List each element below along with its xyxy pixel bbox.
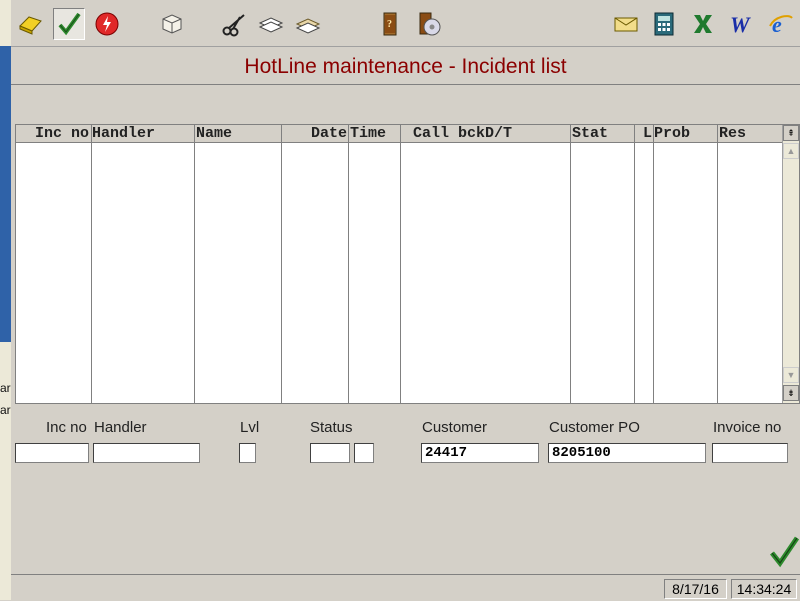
- filter-label-status: Status: [310, 419, 353, 436]
- filter-label-customer: Customer: [422, 419, 488, 436]
- scissors-icon: [222, 14, 245, 37]
- word-button[interactable]: W: [726, 8, 758, 40]
- column-header-handler[interactable]: Handler: [91, 125, 194, 143]
- customer-po-input[interactable]: 8205100: [548, 443, 706, 463]
- column-divider: [91, 125, 92, 403]
- copy-icon: [258, 17, 284, 33]
- paste-button[interactable]: [292, 8, 324, 40]
- status-secondary-input[interactable]: [354, 443, 374, 463]
- customer-input[interactable]: 24417: [421, 443, 539, 463]
- checkmark-icon: [770, 536, 800, 568]
- filter-label-lvl: Lvl: [240, 419, 260, 436]
- column-divider: [348, 125, 349, 403]
- svg-text:W: W: [730, 12, 751, 37]
- scroll-top-button[interactable]: ⇞: [783, 125, 799, 141]
- package-button[interactable]: [156, 8, 188, 40]
- column-header-call-back[interactable]: Call bckD/T: [400, 125, 570, 143]
- column-header-res[interactable]: Res: [717, 125, 784, 143]
- column-divider: [634, 125, 635, 403]
- checkmark-icon: [58, 12, 81, 36]
- column-divider: [281, 125, 282, 403]
- column-header-time[interactable]: Time: [348, 125, 400, 143]
- book-disc-button[interactable]: [412, 8, 444, 40]
- column-divider: [400, 125, 401, 403]
- hotline-window: ? W e HotLine maintenance - Incident lis…: [11, 0, 800, 601]
- svg-text:?: ?: [387, 19, 392, 30]
- column-divider: [570, 125, 571, 403]
- left-window-text-fragment: ar: [0, 403, 11, 417]
- book-icon: ?: [383, 12, 397, 36]
- book-disc-icon: [419, 12, 441, 36]
- stop-button[interactable]: [91, 8, 123, 40]
- title-bar: HotLine maintenance - Incident list: [11, 47, 800, 85]
- column-header-prob[interactable]: Prob: [653, 125, 717, 143]
- table-scrollbar[interactable]: ⇞ ▲ ▼ ⇟: [782, 125, 799, 403]
- column-header-name[interactable]: Name: [194, 125, 281, 143]
- status-time: 14:34:24: [731, 579, 797, 599]
- mail-icon: [614, 17, 638, 32]
- left-window-text-fragment: ar: [0, 381, 11, 395]
- scroll-up-button[interactable]: ▲: [783, 143, 799, 159]
- handler-input[interactable]: [93, 443, 200, 463]
- filter-label-inc-no: Inc no: [46, 419, 87, 436]
- cut-button[interactable]: [218, 8, 250, 40]
- status-bar: 8/17/16 14:34:24: [11, 574, 800, 601]
- stop-icon: [95, 12, 119, 36]
- invoice-no-input[interactable]: [712, 443, 788, 463]
- page-title: HotLine maintenance - Incident list: [244, 55, 567, 78]
- filter-label-customer-po: Customer PO: [549, 419, 640, 436]
- confirm-button[interactable]: [767, 533, 800, 569]
- open-folder-button[interactable]: [15, 8, 47, 40]
- toolbar: ? W e: [11, 0, 800, 47]
- column-header-stat[interactable]: Stat: [570, 125, 634, 143]
- status-date: 8/17/16: [664, 579, 727, 599]
- book-button[interactable]: ?: [374, 8, 406, 40]
- internet-explorer-button[interactable]: e: [765, 8, 797, 40]
- excel-button[interactable]: [687, 8, 719, 40]
- column-header-inc-no[interactable]: Inc no: [16, 125, 91, 143]
- calculator-button[interactable]: [648, 8, 680, 40]
- column-header-date[interactable]: Date: [281, 125, 348, 143]
- scroll-down-button[interactable]: ▼: [783, 367, 799, 383]
- calculator-icon: [654, 12, 674, 36]
- column-divider: [194, 125, 195, 403]
- column-divider: [717, 125, 718, 403]
- scroll-bottom-button[interactable]: ⇟: [783, 385, 799, 401]
- inc-no-input[interactable]: [15, 443, 89, 463]
- column-divider: [653, 125, 654, 403]
- svg-text:e: e: [772, 12, 782, 37]
- filter-label-handler: Handler: [94, 419, 147, 436]
- word-icon: W: [730, 12, 751, 37]
- package-icon: [162, 14, 182, 34]
- filter-label-invoice-no: Invoice no: [713, 419, 782, 436]
- column-header-l[interactable]: L: [634, 125, 653, 143]
- paste-icon: [295, 18, 321, 34]
- mail-button[interactable]: [610, 8, 642, 40]
- status-input[interactable]: [310, 443, 350, 463]
- incident-table[interactable]: Inc no Handler Name Date Time Call bckD/…: [15, 124, 800, 404]
- internet-explorer-icon: e: [769, 12, 793, 37]
- open-folder-icon: [19, 16, 42, 35]
- left-window-edge: [0, 0, 11, 600]
- copy-button[interactable]: [255, 8, 287, 40]
- lvl-input[interactable]: [239, 443, 256, 463]
- excel-icon: [694, 15, 712, 33]
- checkmark-button[interactable]: [53, 8, 85, 40]
